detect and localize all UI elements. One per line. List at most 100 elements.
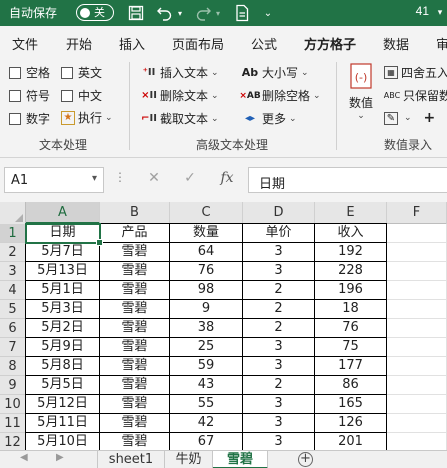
- row-header[interactable]: 9: [0, 376, 26, 395]
- sheet-tab-sheet1[interactable]: sheet1: [97, 451, 165, 468]
- table-cell[interactable]: 18: [315, 300, 387, 319]
- row-header[interactable]: 5: [0, 300, 26, 319]
- table-cell[interactable]: 98: [170, 281, 243, 300]
- empty-cell[interactable]: [387, 243, 447, 262]
- checkbox-box[interactable]: [61, 89, 73, 102]
- table-cell[interactable]: 3: [243, 395, 315, 414]
- more-icon[interactable]: ⌄: [258, 3, 278, 23]
- empty-cell[interactable]: [387, 281, 447, 300]
- table-cell[interactable]: 5月3日: [26, 300, 100, 319]
- table-cell[interactable]: 228: [315, 262, 387, 281]
- table-cell[interactable]: 3: [243, 338, 315, 357]
- table-cell[interactable]: 55: [170, 395, 243, 414]
- chevron-down-icon[interactable]: ▾: [175, 3, 185, 23]
- value-button[interactable]: (-) 数值 ⌄: [348, 62, 374, 121]
- table-cell[interactable]: 5月12日: [26, 395, 100, 414]
- table-cell[interactable]: 5月13日: [26, 262, 100, 281]
- table-cell[interactable]: 5月7日: [26, 243, 100, 262]
- chevron-down-icon[interactable]: ▾: [430, 3, 447, 23]
- table-cell[interactable]: 2: [243, 319, 315, 338]
- tab-review[interactable]: 审: [436, 34, 447, 53]
- add-sheet-button[interactable]: +: [298, 452, 313, 467]
- table-cell[interactable]: 86: [315, 376, 387, 395]
- header-cell[interactable]: 收入: [315, 224, 387, 243]
- execute-button[interactable]: ★ 执行 ⌄: [61, 109, 113, 126]
- row-header[interactable]: 11: [0, 414, 26, 433]
- name-box[interactable]: A1 ▾: [4, 167, 104, 193]
- row-header[interactable]: 3: [0, 262, 26, 281]
- delete-space-button[interactable]: × AB 删除空格 ⌄: [239, 87, 320, 104]
- table-cell[interactable]: 42: [170, 414, 243, 433]
- table-cell[interactable]: 雪碧: [100, 262, 170, 281]
- empty-cell[interactable]: [387, 262, 447, 281]
- column-header-a[interactable]: A: [26, 202, 100, 224]
- table-cell[interactable]: 196: [315, 281, 387, 300]
- row-header[interactable]: 7: [0, 338, 26, 357]
- table-cell[interactable]: 雪碧: [100, 281, 170, 300]
- keep-number-button[interactable]: ABC 只保留数: [384, 87, 447, 104]
- table-cell[interactable]: 3: [243, 262, 315, 281]
- empty-cell[interactable]: [387, 224, 447, 243]
- table-cell[interactable]: 165: [315, 395, 387, 414]
- table-cell[interactable]: 5月2日: [26, 319, 100, 338]
- insert-text-button[interactable]: ⁺ II 插入文本 ⌄: [141, 64, 219, 81]
- table-cell[interactable]: 雪碧: [100, 433, 170, 450]
- table-cell[interactable]: 3: [243, 357, 315, 376]
- empty-cell[interactable]: [387, 414, 447, 433]
- checkbox-space[interactable]: 空格: [9, 64, 50, 81]
- select-all-button[interactable]: [0, 202, 26, 224]
- plus-icon[interactable]: +: [424, 110, 436, 126]
- table-cell[interactable]: 43: [170, 376, 243, 395]
- table-cell[interactable]: 67: [170, 433, 243, 450]
- more-button[interactable]: ◂▸ 更多 ⌄: [241, 110, 297, 127]
- tab-file[interactable]: 文件: [12, 34, 38, 53]
- table-cell[interactable]: 5月1日: [26, 281, 100, 300]
- sheet-tab-milk[interactable]: 牛奶: [165, 451, 213, 468]
- row-header[interactable]: 1: [0, 224, 26, 243]
- table-cell[interactable]: 5月9日: [26, 338, 100, 357]
- cancel-icon[interactable]: ✕: [145, 170, 163, 188]
- column-header-f[interactable]: F: [387, 202, 447, 224]
- empty-cell[interactable]: [387, 376, 447, 395]
- table-cell[interactable]: 2: [243, 376, 315, 395]
- empty-cell[interactable]: [387, 300, 447, 319]
- table-cell[interactable]: 192: [315, 243, 387, 262]
- chevron-down-icon[interactable]: ▾: [213, 3, 223, 23]
- column-header-e[interactable]: E: [315, 202, 387, 224]
- table-cell[interactable]: 雪碧: [100, 243, 170, 262]
- table-cell[interactable]: 64: [170, 243, 243, 262]
- table-cell[interactable]: 3: [243, 243, 315, 262]
- table-cell[interactable]: 5月5日: [26, 376, 100, 395]
- table-cell[interactable]: 5月10日: [26, 433, 100, 450]
- table-cell[interactable]: 76: [170, 262, 243, 281]
- row-header[interactable]: 8: [0, 357, 26, 376]
- table-cell[interactable]: 75: [315, 338, 387, 357]
- header-cell[interactable]: 数量: [170, 224, 243, 243]
- insert-function-button[interactable]: fx: [218, 170, 236, 188]
- case-button[interactable]: Ab 大小写 ⌄: [241, 64, 309, 81]
- table-cell[interactable]: 126: [315, 414, 387, 433]
- table-cell[interactable]: 3: [243, 433, 315, 450]
- table-cell[interactable]: 38: [170, 319, 243, 338]
- chevron-down-icon[interactable]: ▾: [92, 173, 97, 184]
- table-cell[interactable]: 雪碧: [100, 376, 170, 395]
- table-cell[interactable]: 雪碧: [100, 395, 170, 414]
- table-cell[interactable]: 2: [243, 281, 315, 300]
- checkbox-chinese[interactable]: 中文: [61, 87, 102, 104]
- edit-button[interactable]: ✎ ⌄ +: [384, 110, 435, 126]
- sheet-tab-sprite[interactable]: 雪碧: [213, 451, 268, 468]
- header-cell[interactable]: 产品: [100, 224, 170, 243]
- table-cell[interactable]: 9: [170, 300, 243, 319]
- table-cell[interactable]: 雪碧: [100, 357, 170, 376]
- column-header-b[interactable]: B: [100, 202, 170, 224]
- tab-formulas[interactable]: 公式: [251, 34, 277, 53]
- table-cell[interactable]: 201: [315, 433, 387, 450]
- column-header-d[interactable]: D: [243, 202, 315, 224]
- table-cell[interactable]: 76: [315, 319, 387, 338]
- redo-icon[interactable]: [193, 3, 213, 23]
- empty-cell[interactable]: [387, 319, 447, 338]
- checkbox-box[interactable]: [61, 66, 73, 79]
- tab-page-layout[interactable]: 页面布局: [172, 34, 224, 53]
- tab-data[interactable]: 数据: [383, 34, 409, 53]
- tab-home[interactable]: 开始: [66, 34, 92, 53]
